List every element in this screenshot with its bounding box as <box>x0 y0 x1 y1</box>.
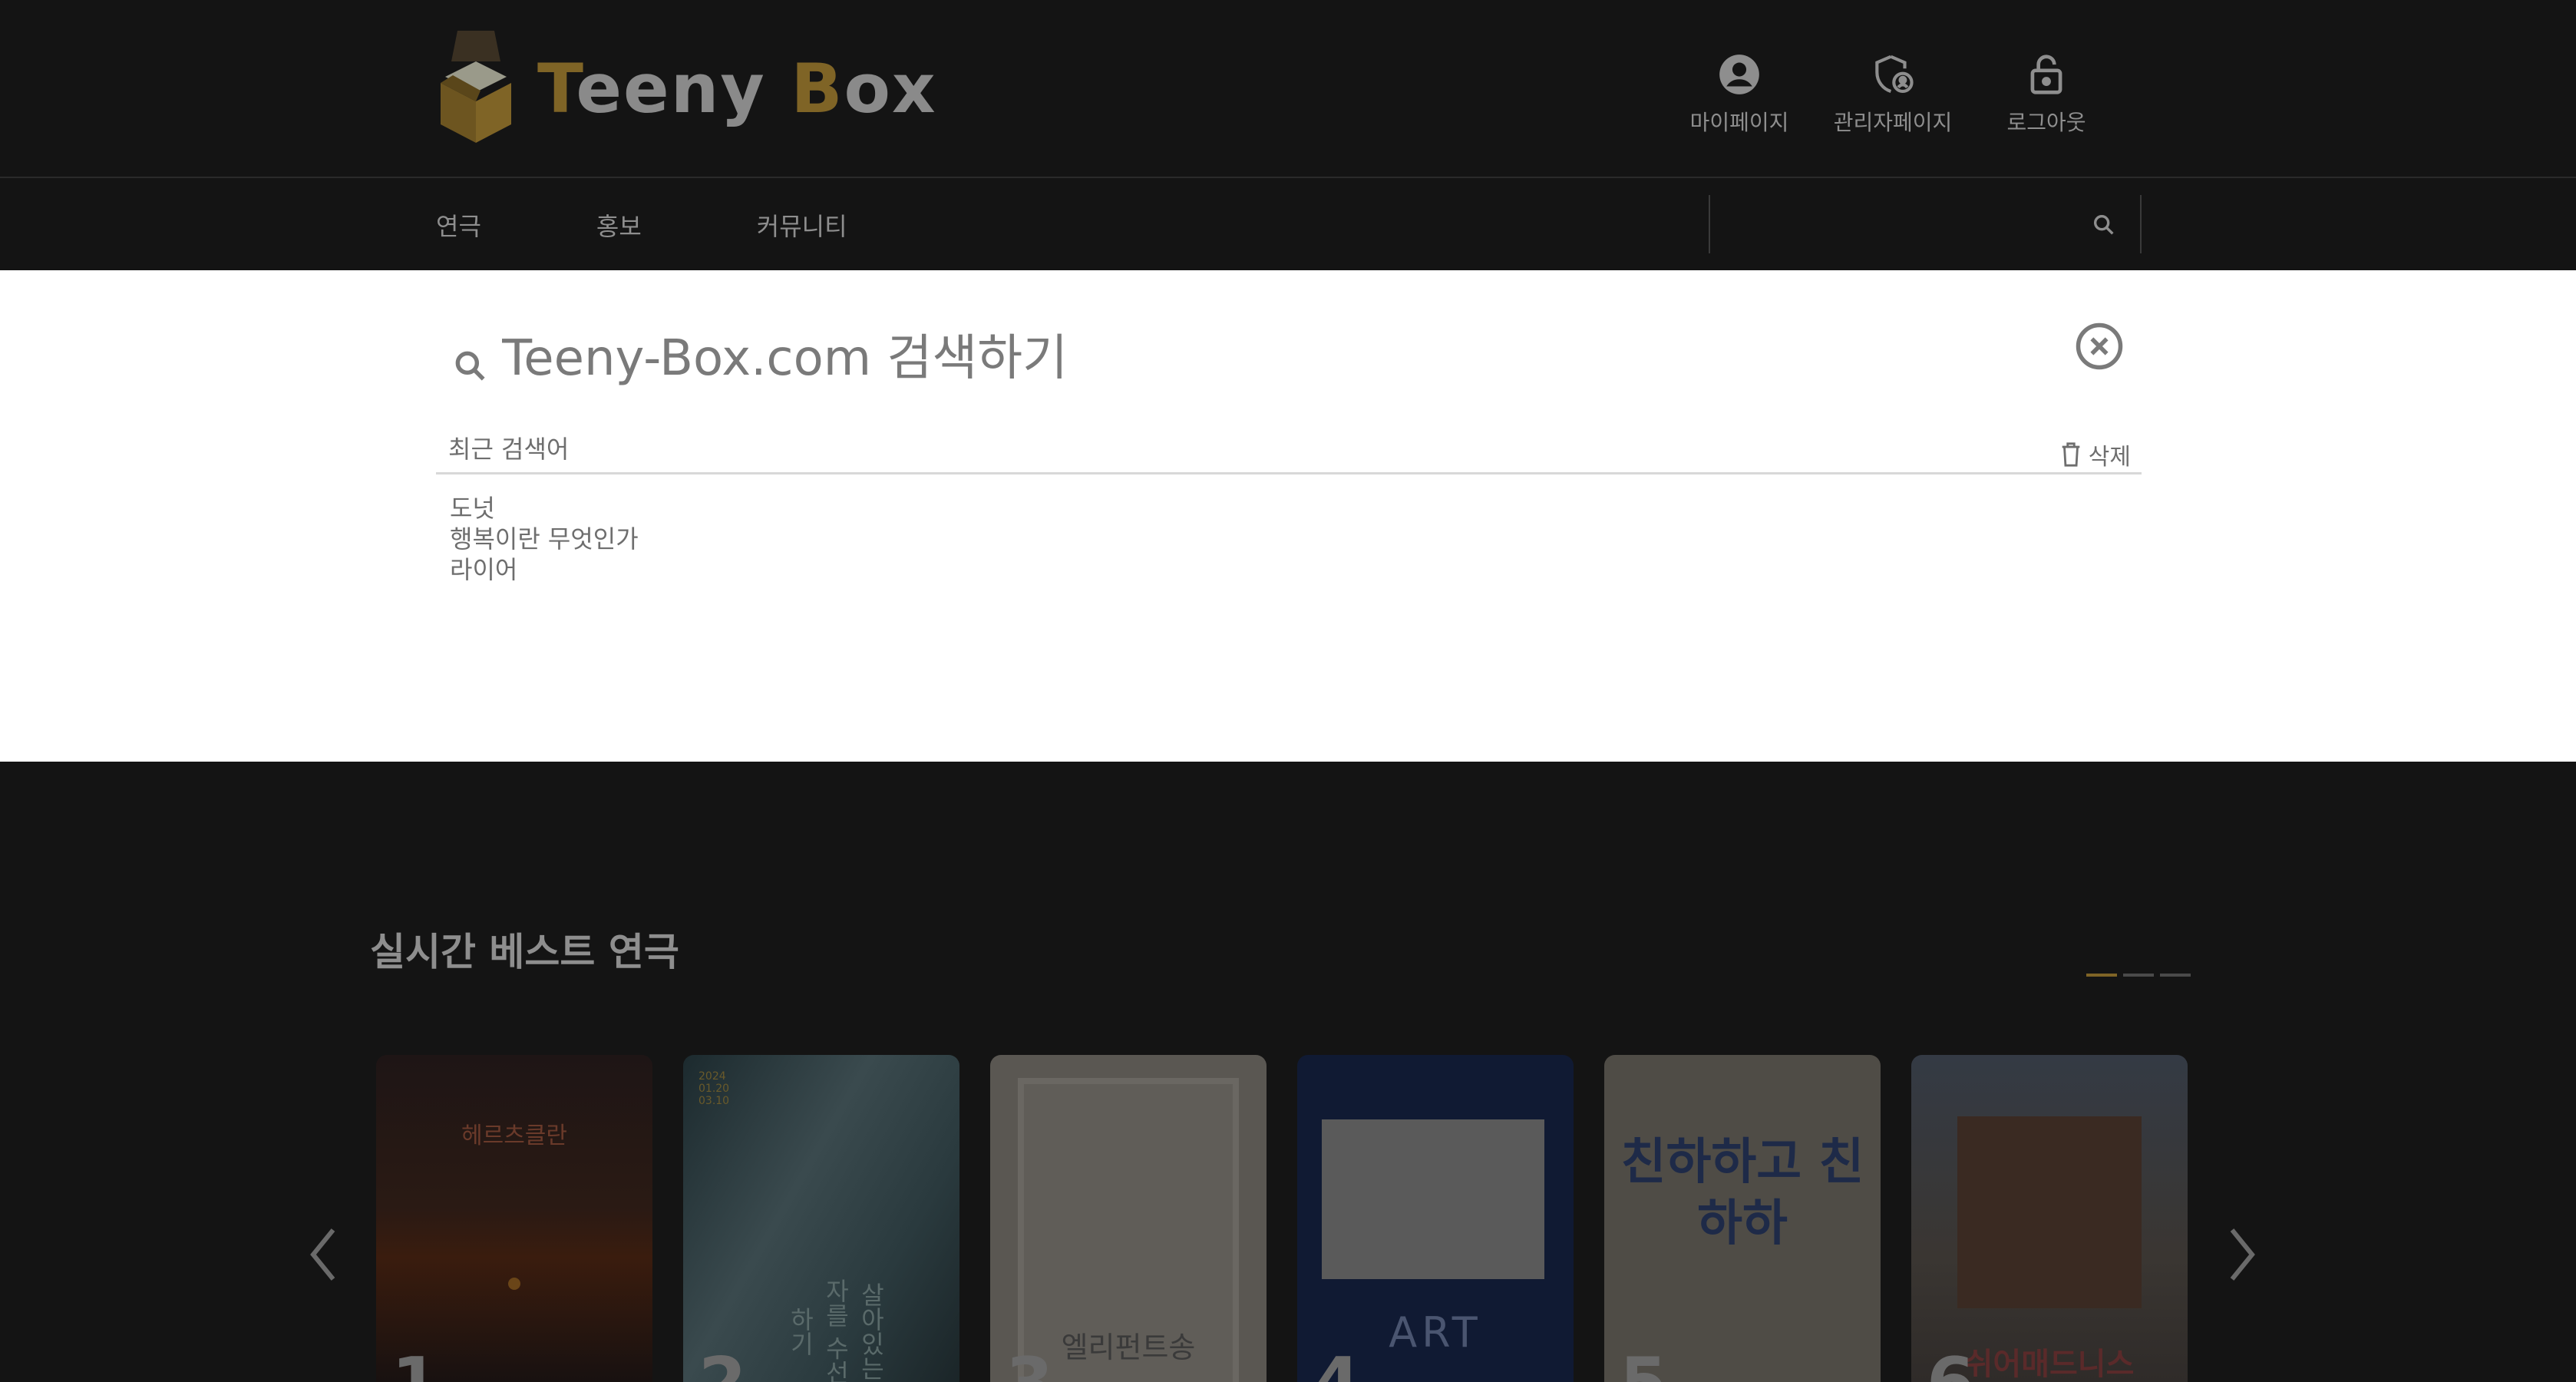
logo[interactable]: Teeny Box <box>430 31 937 146</box>
poster-card[interactable]: 헤르츠클란 1 <box>376 1055 652 1382</box>
section-title: 실시간 베스트 연극 <box>370 930 679 974</box>
user-circle-icon <box>1719 55 1759 94</box>
trash-icon <box>2062 442 2080 467</box>
logout-link[interactable]: 로그아웃 <box>1970 51 2123 137</box>
recent-search-item[interactable]: 라이어 <box>450 554 639 585</box>
shield-user-icon <box>1875 55 1914 94</box>
carousel-indicators <box>2086 974 2191 977</box>
delete-recent-button[interactable]: 삭제 <box>2059 438 2131 471</box>
search-input[interactable] <box>502 324 1960 393</box>
box-logo-icon <box>430 31 522 146</box>
carousel-next-icon[interactable] <box>2223 1224 2261 1285</box>
recent-searches-header: 최근 검색어 삭제 <box>436 425 2142 474</box>
search-bar <box>451 316 2125 401</box>
close-icon[interactable] <box>2074 321 2125 372</box>
recent-search-item[interactable]: 행복이란 무엇인가 <box>450 524 639 554</box>
carousel-prev-icon[interactable] <box>304 1224 342 1285</box>
site-header: Teeny Box 마이페이지 관리자페이지 로그아웃 <box>0 0 2576 178</box>
poster-card[interactable]: 쉬어매드니스 6 <box>1911 1055 2188 1382</box>
recent-search-item[interactable]: 도넛 <box>450 493 639 524</box>
recent-searches-title: 최근 검색어 <box>448 435 570 464</box>
carousel-indicator[interactable] <box>2086 974 2117 977</box>
search-icon <box>455 351 485 381</box>
user-utilities: 마이페이지 관리자페이지 로그아웃 <box>1663 51 2123 137</box>
nav-item-promo[interactable]: 홍보 <box>596 207 642 243</box>
poster-card[interactable]: 엘리펀트송 3 <box>990 1055 1267 1382</box>
poster-card[interactable]: 202401.2003.10 살아있는 자를 수선하기 2 <box>683 1055 959 1382</box>
main-nav: 연극 홍보 커뮤니티 <box>0 180 2576 270</box>
nav-search-box[interactable] <box>1709 195 2142 253</box>
mypage-link[interactable]: 마이페이지 <box>1663 51 1816 137</box>
nav-item-theater[interactable]: 연극 <box>436 207 481 243</box>
admin-page-link[interactable]: 관리자페이지 <box>1816 51 1970 137</box>
poster-card[interactable]: 친하하고 친하하 5 <box>1604 1055 1881 1382</box>
carousel-indicator[interactable] <box>2123 974 2154 977</box>
recent-searches-list: 도넛 행복이란 무엇인가 라이어 <box>450 493 639 585</box>
logo-text: Teeny Box <box>537 48 937 128</box>
poster-card[interactable]: ART 4 <box>1297 1055 1574 1382</box>
search-icon[interactable] <box>2091 212 2117 238</box>
carousel-indicator[interactable] <box>2160 974 2191 977</box>
nav-item-community[interactable]: 커뮤니티 <box>757 207 847 243</box>
search-panel: 최근 검색어 삭제 도넛 행복이란 무엇인가 라이어 <box>0 270 2576 762</box>
unlock-icon <box>2030 55 2062 94</box>
